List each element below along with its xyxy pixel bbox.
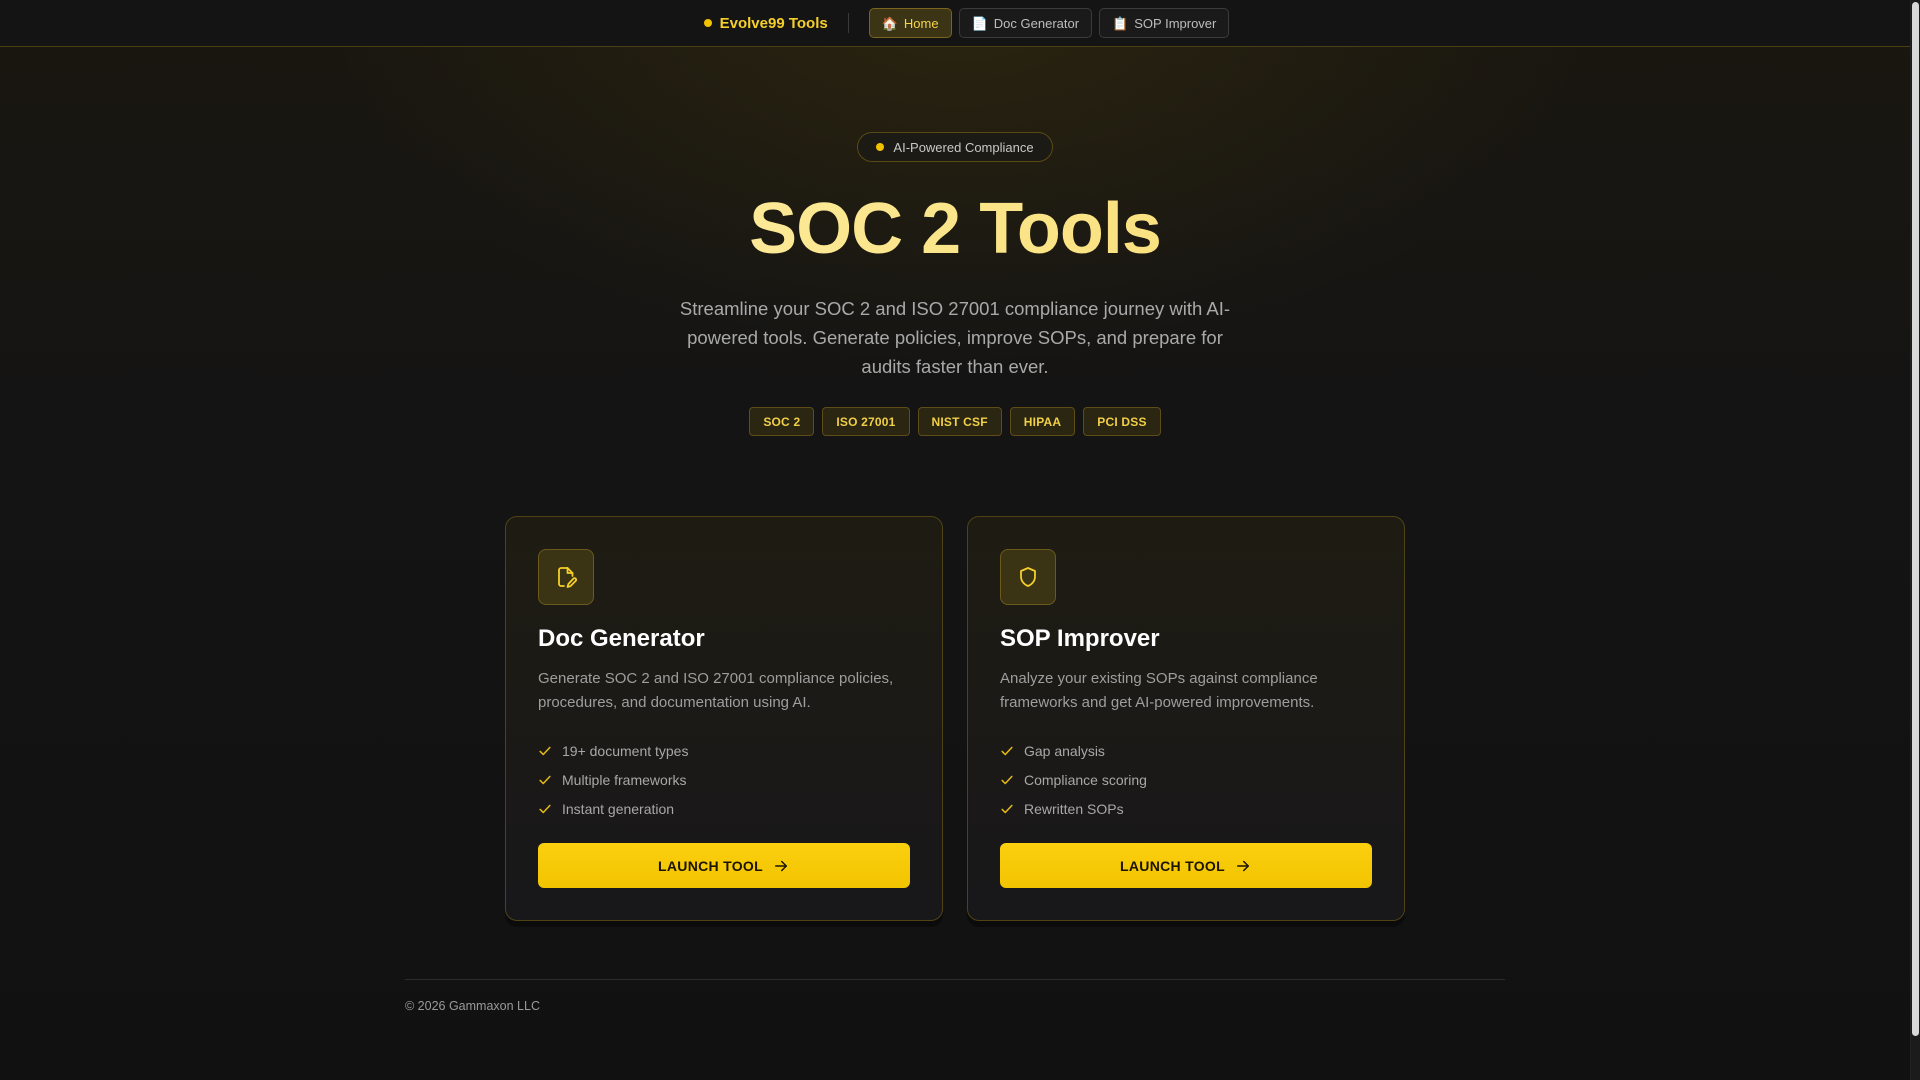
nav-sop-improver-label: SOP Improver [1134,15,1217,31]
feature-label: Gap analysis [1024,742,1105,759]
card-title: SOP Improver [1000,625,1160,652]
nav-doc-generator-label: Doc Generator [993,15,1080,31]
check-icon [1001,775,1013,784]
card-title: Doc Generator [538,625,705,652]
clipboard-icon: 📋 [1112,15,1129,31]
hero-badge-label: AI-Powered Compliance [893,139,1034,155]
nav-home-button[interactable]: 🏠 Home [868,8,952,38]
hero-badge: AI-Powered Compliance [857,132,1053,162]
feature-label: Instant generation [562,800,675,817]
check-icon [1001,746,1013,755]
document-edit-icon [538,549,594,605]
feature-label: Multiple frameworks [562,771,687,788]
feature-list: 19+ document types Multiple frameworks I… [538,736,910,823]
brand[interactable]: Evolve99 Tools [703,14,828,32]
nav-divider [847,13,849,33]
page-scrollbar[interactable] [1910,0,1920,1080]
feature-label: 19+ document types [562,742,689,759]
framework-tag: NIST CSF [917,407,1002,436]
scrollbar-thumb[interactable] [1912,2,1919,1036]
feature-label: Rewritten SOPs [1024,800,1124,817]
badge-dot-icon [876,143,885,151]
check-icon [539,804,551,813]
launch-button-label: LAUNCH TOOL [1120,857,1225,874]
card-description: Analyze your existing SOPs against compl… [1000,670,1318,711]
top-nav: Evolve99 Tools 🏠 Home 📄 Doc Generator 📋 … [0,0,1910,47]
framework-tag: HIPAA [1009,407,1076,436]
nav-inner: Evolve99 Tools 🏠 Home 📄 Doc Generator 📋 … [703,0,1237,47]
list-item: Gap analysis [1000,736,1372,765]
list-item: Instant generation [538,794,910,823]
house-icon: 🏠 [881,15,898,31]
check-icon [539,746,551,755]
hero-subtitle: Streamline your SOC 2 and ISO 27001 comp… [679,298,1231,377]
page: Evolve99 Tools 🏠 Home 📄 Doc Generator 📋 … [0,0,1920,1080]
footer-divider [405,979,1505,980]
arrow-right-icon [774,860,787,871]
sop-improver-card: SOP Improver Analyze your existing SOPs … [967,516,1405,921]
card-description: Generate SOC 2 and ISO 27001 compliance … [538,670,894,711]
list-item: 19+ document types [538,736,910,765]
brand-dot-icon [703,19,712,27]
check-icon [539,775,551,784]
list-item: Rewritten SOPs [1000,794,1372,823]
framework-tag: ISO 27001 [822,407,910,436]
list-item: Compliance scoring [1000,765,1372,794]
framework-tag: PCI DSS [1083,407,1161,436]
arrow-right-icon [1236,860,1249,871]
launch-doc-generator-button[interactable]: LAUNCH TOOL [538,843,910,888]
page-title: SOC 2 Tools [0,188,1910,270]
shield-icon [1000,549,1056,605]
nav-sop-improver-button[interactable]: 📋 SOP Improver [1099,8,1230,38]
list-item: Multiple frameworks [538,765,910,794]
nav-home-label: Home [903,15,939,31]
feature-label: Compliance scoring [1024,771,1147,788]
launch-button-label: LAUNCH TOOL [658,857,763,874]
framework-tags: SOC 2 ISO 27001 NIST CSF HIPAA PCI DSS [0,407,1910,436]
page-icon: 📄 [971,15,988,31]
doc-generator-card: Doc Generator Generate SOC 2 and ISO 270… [505,516,943,921]
feature-list: Gap analysis Compliance scoring Rewritte… [1000,736,1372,823]
check-icon [1001,804,1013,813]
framework-tag: SOC 2 [749,407,815,436]
footer-copyright: © 2026 Gammaxon LLC [405,999,540,1013]
nav-doc-generator-button[interactable]: 📄 Doc Generator [958,8,1093,38]
brand-name: Evolve99 Tools [719,14,828,32]
launch-sop-improver-button[interactable]: LAUNCH TOOL [1000,843,1372,888]
